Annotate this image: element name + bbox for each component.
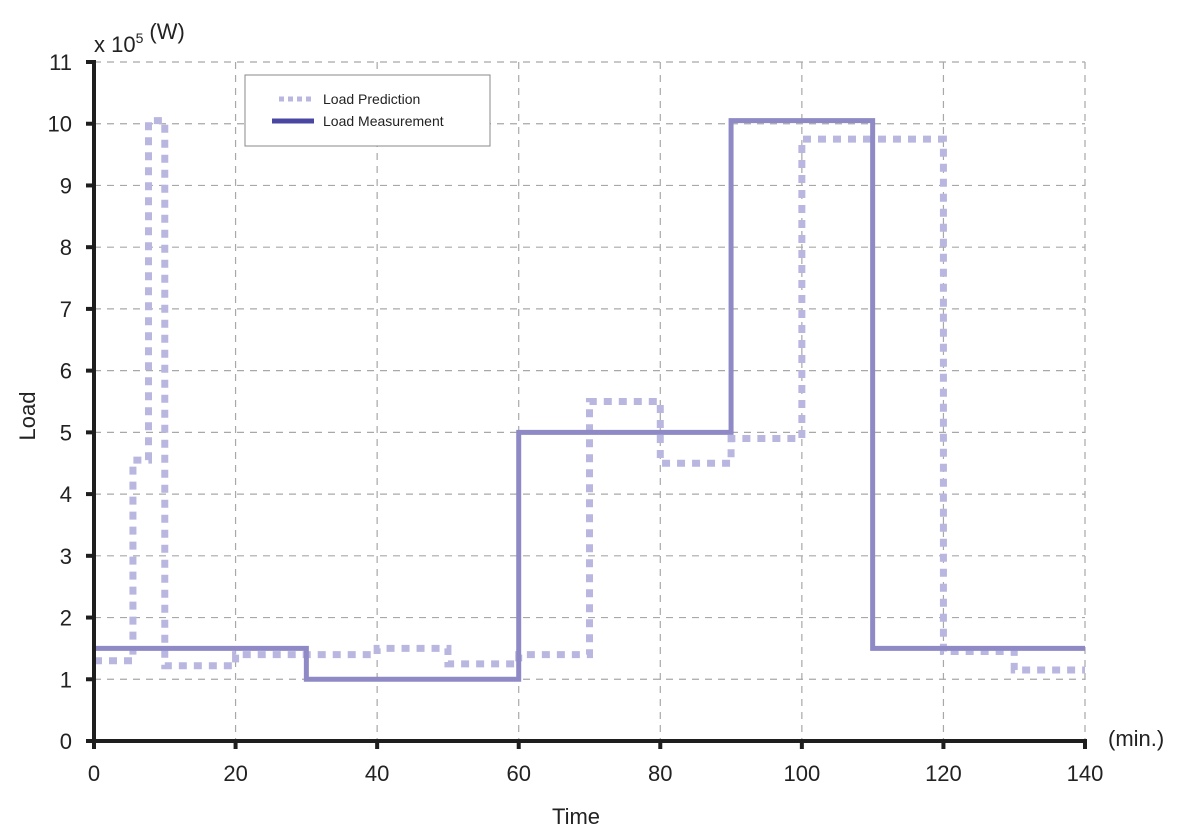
tick-labels: 0 1 2 3 4 5 6 7 8 9 10 11 0 20 40 60 80 100 120 140 (48, 50, 1104, 786)
load-chart: 0 1 2 3 4 5 6 7 8 9 10 11 0 20 40 60 80 100 120 140 Time (m… (15, 19, 1164, 829)
legend-box (244, 74, 491, 147)
x-tick-label: 20 (223, 761, 247, 786)
x-axis-title: Time (552, 804, 600, 829)
series-group (94, 117, 1085, 682)
y-tick-label: 11 (49, 50, 72, 75)
legend-label-measurement: Load Measurement (323, 113, 444, 129)
y-tick-label: 5 (60, 420, 72, 445)
x-tick-label: 140 (1067, 761, 1104, 786)
y-axis-unit: (W) (149, 19, 184, 44)
x-tick-label: 60 (506, 761, 530, 786)
y-tick-label: 9 (60, 173, 72, 198)
y-axis-scale-base: x 10 (94, 32, 136, 57)
x-tick-label: 80 (648, 761, 672, 786)
y-tick-label: 2 (60, 606, 72, 631)
y-tick-label: 3 (60, 544, 72, 569)
y-tick-label: 6 (60, 359, 72, 384)
x-tick-label: 0 (88, 761, 100, 786)
y-tick-label: 1 (60, 667, 72, 692)
x-tick-label: 120 (925, 761, 962, 786)
y-tick-label: 10 (48, 112, 72, 137)
y-tick-label: 8 (60, 235, 72, 260)
y-tick-label: 4 (60, 482, 72, 507)
legend-label-prediction: Load Prediction (323, 91, 420, 107)
legend: Load Prediction Load Measurement (244, 74, 491, 147)
x-axis-unit: (min.) (1108, 726, 1164, 751)
prediction-series-line (94, 117, 1085, 674)
x-tick-label: 100 (783, 761, 820, 786)
y-axis-title: Load (15, 392, 40, 441)
x-tick-label: 40 (365, 761, 389, 786)
y-axis-scale: x 105 (W) (94, 19, 185, 57)
y-tick-label: 0 (60, 729, 72, 754)
y-axis-scale-exponent: 5 (136, 30, 144, 46)
y-tick-label: 7 (60, 297, 72, 322)
